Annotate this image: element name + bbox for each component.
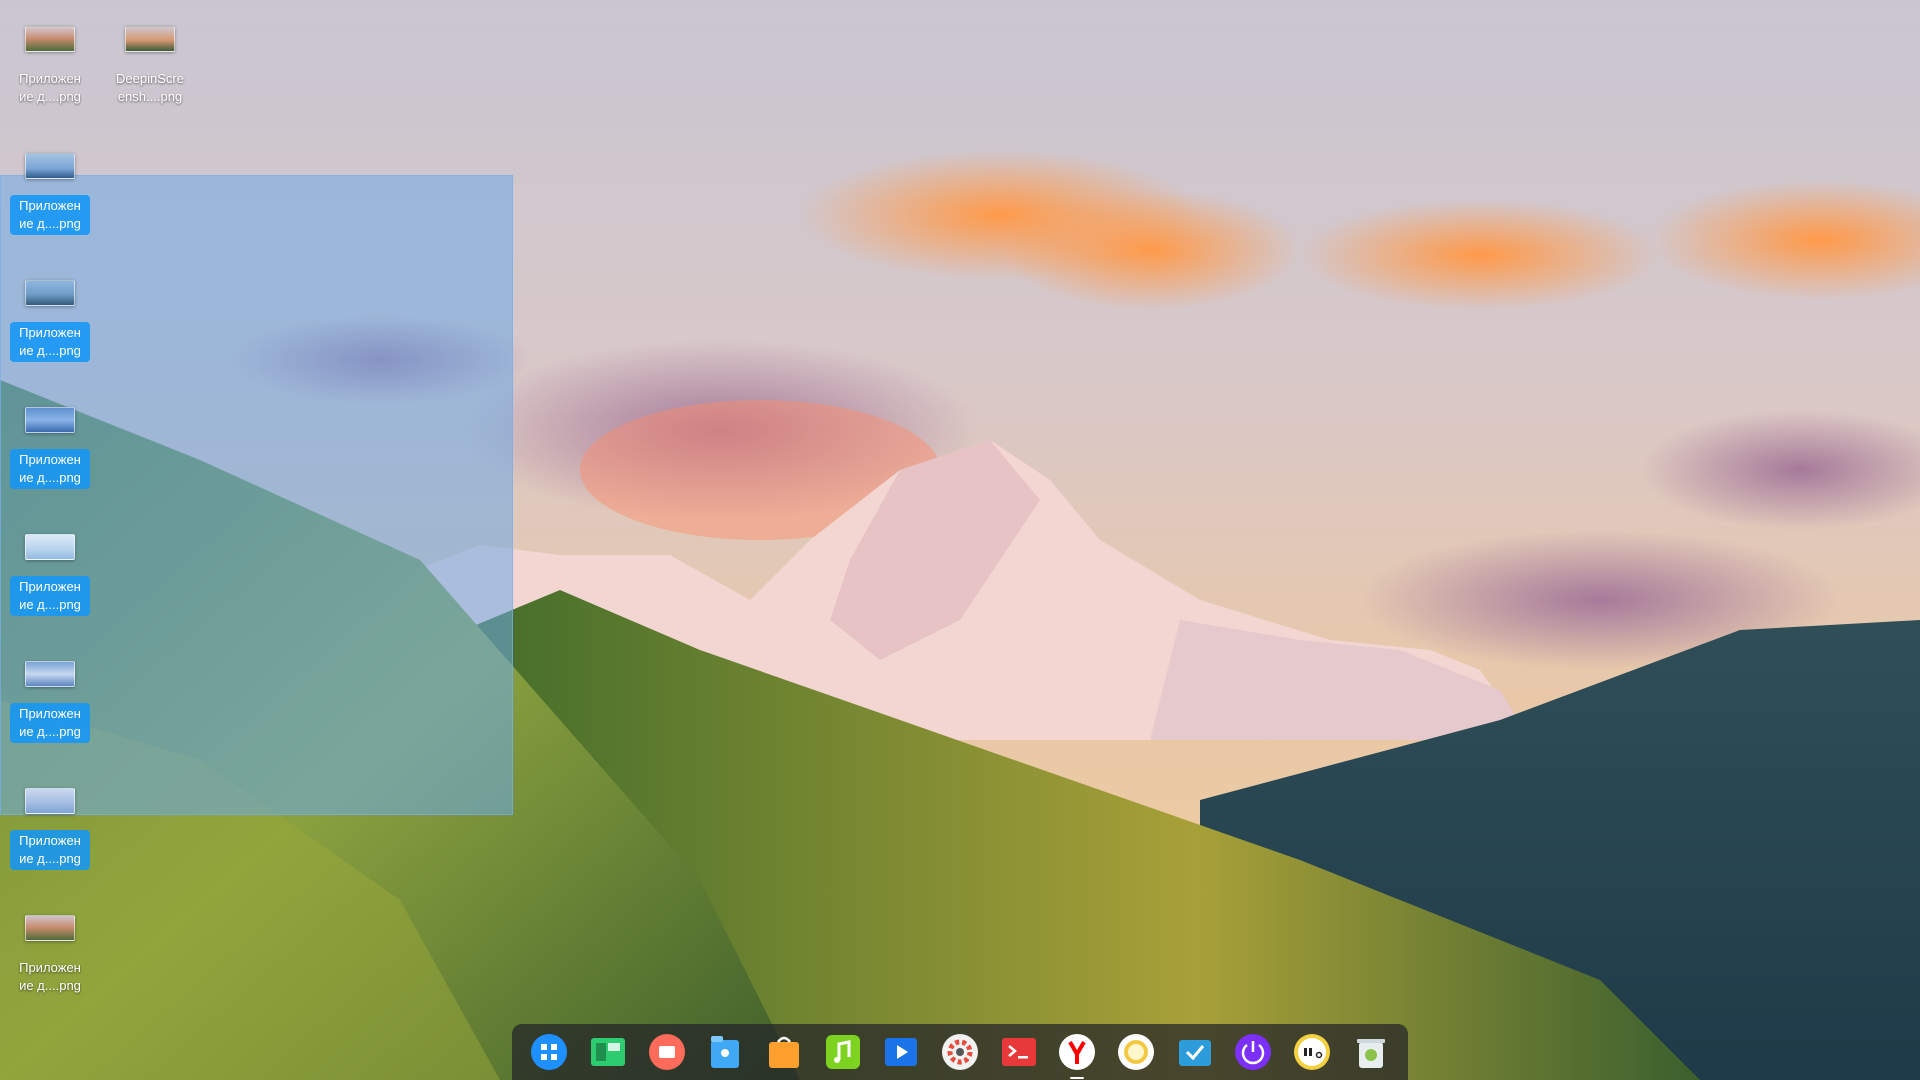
desktop-file-icon[interactable]: DeepinScre ensh....png [104, 8, 196, 108]
desktop-file-label: Приложен ие д....png [19, 960, 81, 993]
image-file-thumbnail [25, 153, 75, 179]
image-file-thumbnail [25, 788, 75, 814]
image-file-thumbnail [25, 26, 75, 52]
desktop-file-icon[interactable]: Приложен ие д....png [4, 770, 96, 870]
image-file-thumbnail [25, 280, 75, 306]
terminal-icon [1001, 1038, 1036, 1066]
image-file-thumbnail [25, 661, 75, 687]
desktop-file-icon[interactable]: Приложен ие д....png [4, 8, 96, 108]
music-player-dock-item[interactable] [823, 1032, 863, 1072]
photo-viewer-icon [1117, 1034, 1154, 1070]
screen-recorder-dock-item[interactable] [647, 1032, 687, 1072]
clock-dock-item[interactable] [1292, 1032, 1332, 1072]
multitasking-view-icon [590, 1038, 625, 1066]
desktop-file-icon[interactable]: Приложен ие д....png [4, 262, 96, 362]
desktop-file-label: Приложен ие д....png [10, 830, 90, 870]
desktop-file-icon[interactable]: Приложен ие д....png [4, 135, 96, 235]
desktop-file-label: Приложен ие д....png [10, 576, 90, 616]
music-player-icon [825, 1035, 860, 1069]
screenshot-tool-icon [1178, 1040, 1211, 1066]
image-file-thumbnail [25, 407, 75, 433]
desktop-file-label: Приложен ие д....png [10, 703, 90, 743]
launcher-icon [531, 1034, 568, 1070]
app-store-dock-item[interactable] [764, 1032, 804, 1072]
app-store-icon [768, 1036, 799, 1068]
desktop-file-icon[interactable]: Приложен ие д....png [4, 897, 96, 997]
yandex-browser-icon [1059, 1034, 1096, 1070]
movie-player-dock-item[interactable] [881, 1032, 921, 1072]
trash-icon [1356, 1039, 1385, 1068]
desktop-file-label: DeepinScre ensh....png [116, 71, 184, 104]
screenshot-tool-dock-item[interactable] [1175, 1032, 1215, 1072]
desktop-file-icon[interactable]: Приложен ие д....png [4, 516, 96, 616]
running-indicator [1070, 1077, 1085, 1079]
file-manager-dock-item[interactable] [705, 1032, 745, 1072]
shutdown-icon [1235, 1034, 1272, 1070]
desktop-file-label: Приложен ие д....png [19, 71, 81, 104]
control-center-dock-item[interactable] [940, 1032, 980, 1072]
photo-viewer-dock-item[interactable] [1116, 1032, 1156, 1072]
launcher-dock-item[interactable] [529, 1032, 569, 1072]
multitasking-view-dock-item[interactable] [588, 1032, 628, 1072]
shutdown-dock-item[interactable] [1233, 1032, 1273, 1072]
terminal-dock-item[interactable] [999, 1032, 1039, 1072]
clock-icon [1293, 1034, 1330, 1070]
image-file-thumbnail [25, 915, 75, 941]
image-file-thumbnail [125, 26, 175, 52]
file-manager-icon [711, 1036, 740, 1068]
screen-recorder-icon [648, 1034, 685, 1070]
trash-dock-item[interactable] [1351, 1032, 1391, 1072]
desktop-file-label: Приложен ие д....png [10, 322, 90, 362]
desktop-file-label: Приложен ие д....png [10, 195, 90, 235]
movie-player-icon [885, 1038, 918, 1066]
image-file-thumbnail [25, 534, 75, 560]
control-center-icon [941, 1034, 978, 1070]
desktop-file-label: Приложен ие д....png [10, 449, 90, 489]
desktop-file-icon[interactable]: Приложен ие д....png [4, 389, 96, 489]
dock [512, 1024, 1408, 1080]
desktop-file-icon[interactable]: Приложен ие д....png [4, 643, 96, 743]
yandex-browser-dock-item[interactable] [1057, 1032, 1097, 1079]
